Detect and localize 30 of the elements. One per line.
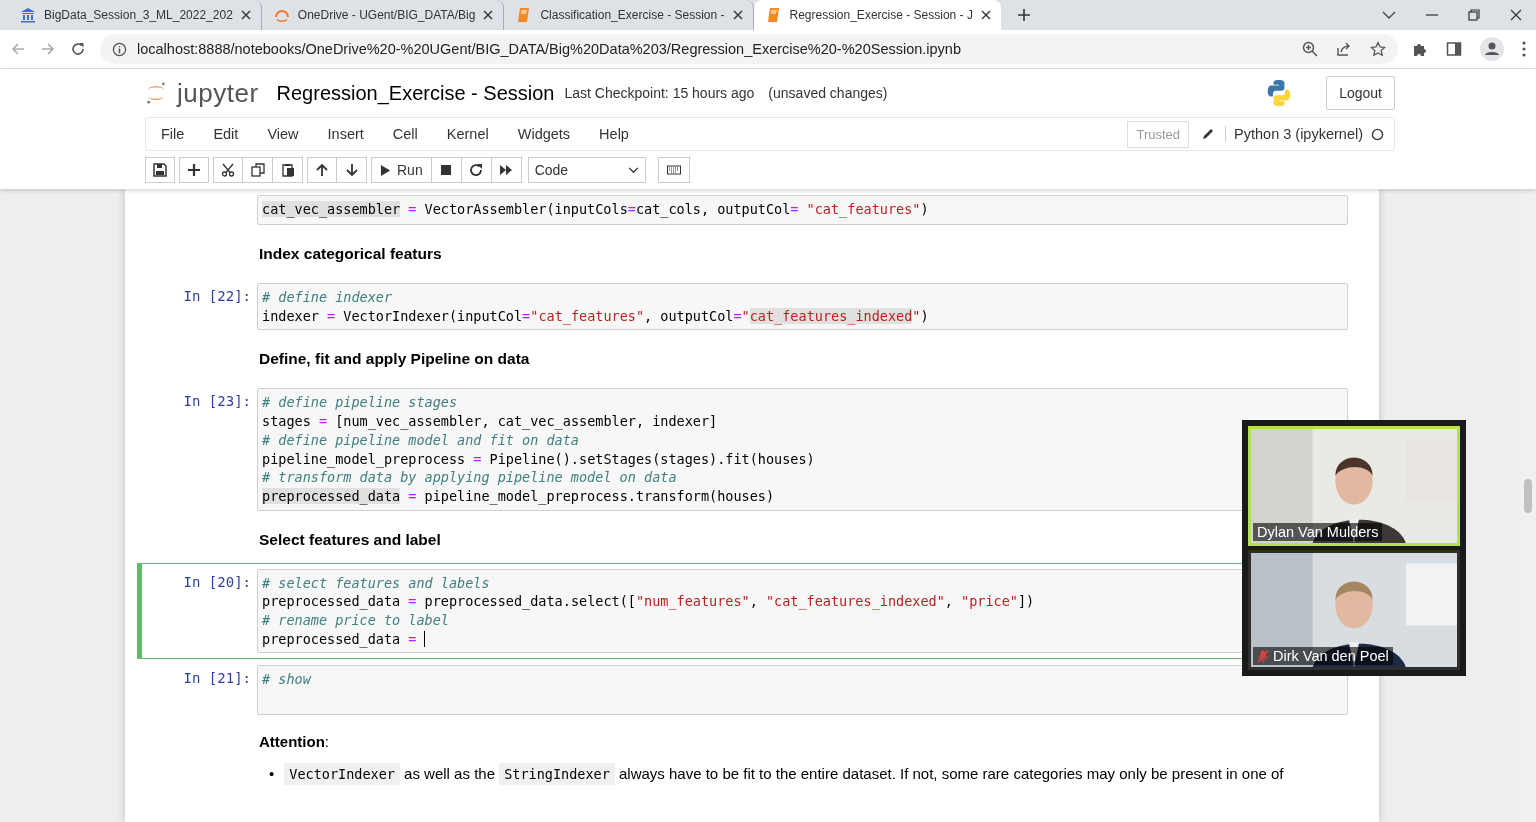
cell-prompt: In [22]: xyxy=(182,287,252,306)
cell-prompt: In [21]: xyxy=(182,669,252,689)
section-heading: Select features and label xyxy=(259,530,441,549)
bullet-text: VectorIndexer as well as the StringIndexer always have to be fit to the entire dataset. If not, some rare categories may only be present in one of xyxy=(284,762,1284,787)
code-line: # define pipeline model and fit on data xyxy=(262,430,579,450)
code-line: # show xyxy=(262,670,311,690)
code-line: pipeline_model_preprocess = Pipeline().setStages(stages).fit(houses) xyxy=(262,449,815,469)
code-line: # define indexer xyxy=(262,288,393,307)
code-line: # rename price to label xyxy=(262,611,449,630)
code-line: # define pipeline stages xyxy=(262,393,458,413)
paragraph: Attention: xyxy=(259,733,329,751)
section-heading: Define, fit and apply Pipeline on data xyxy=(259,350,530,369)
jupyter-logo-text: jupyter xyxy=(177,77,259,109)
code-line: indexer = VectorIndexer(inputCol="cat_features", outputCol="cat_features_indexed") xyxy=(262,306,929,326)
participant-name: Dylan Van Mulders xyxy=(1257,524,1379,540)
code-line: stages = [num_vec_assembler, cat_vec_assembler, indexer] xyxy=(262,412,718,431)
code-line: # select features and labels xyxy=(262,573,490,593)
save-status: (unsaved changes) xyxy=(768,85,888,101)
checkpoint-text: Last Checkpoint: 15 hours ago xyxy=(564,85,755,101)
bullet-marker: • xyxy=(269,764,275,785)
section-heading: Index categorical featurs xyxy=(259,245,442,263)
cell-prompt: In [20]: xyxy=(182,572,252,592)
cell-prompt: In [23]: xyxy=(182,392,252,412)
code-line: # transform data by applying pipeline model on data xyxy=(262,468,677,487)
url-text: localhost:8888/notebooks/OneDrive%20-%20UGent/BIG_DATA/Big%20Data%203/Regression_Exercise%20-%20Session.ipynb xyxy=(137,41,961,57)
code-line: preprocessed_data = xyxy=(262,629,426,649)
kernel-name: Python 3 (ipykernel) xyxy=(1225,126,1363,142)
code-line: cat_vec_assembler = VectorAssembler(inputCols=cat_cols, outputCol= "cat_features") xyxy=(262,200,929,219)
code-line: preprocessed_data = preprocessed_data.select(["num_features", "cat_features_indexed", "price"]) xyxy=(262,592,1035,612)
code-line: preprocessed_data = pipeline_model_preprocess.transform(houses) xyxy=(262,486,775,506)
